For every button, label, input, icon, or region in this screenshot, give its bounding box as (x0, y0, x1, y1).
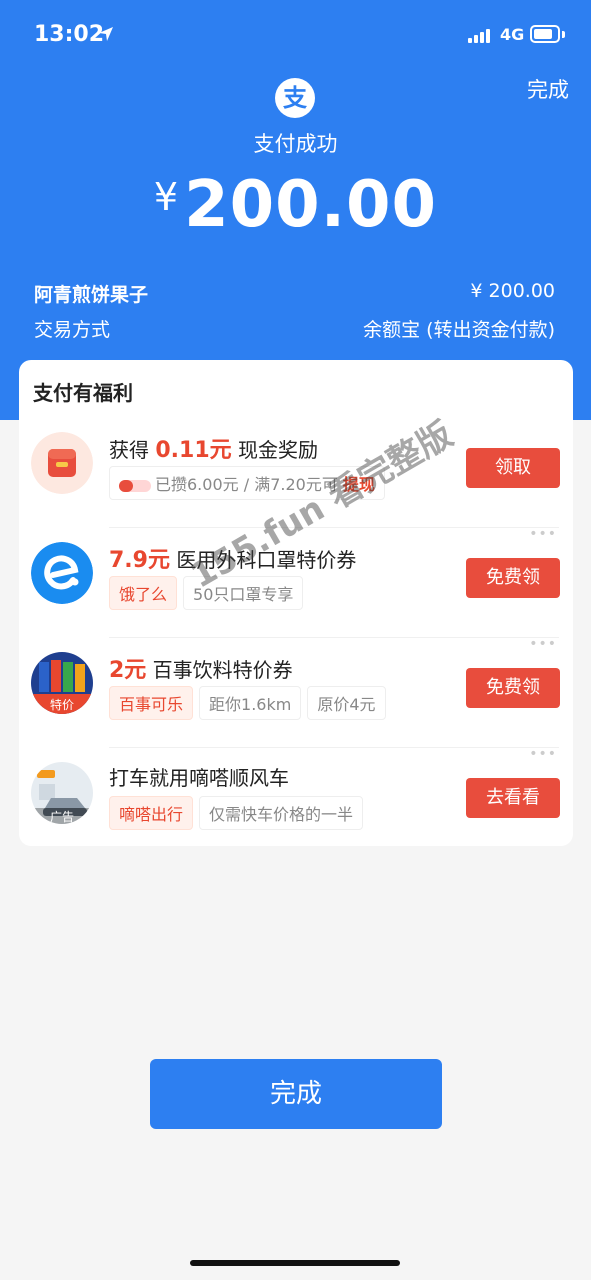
offer-tags: 百事可乐 距你1.6km 原价4元 (109, 686, 386, 720)
offer-highlight: 2元 (109, 658, 147, 683)
more-options-icon[interactable]: ••• (529, 526, 557, 542)
status-bar: 13:02 4G (0, 0, 591, 70)
done-button[interactable]: 完成 (150, 1059, 442, 1129)
view-button[interactable]: 去看看 (466, 778, 560, 818)
payment-method-row: 交易方式 余额宝 (转出资金付款) (34, 315, 555, 342)
more-options-icon[interactable]: ••• (529, 636, 557, 652)
benefits-card: 支付有福利 获得 0.11元 现金奖励 已攒6.00元 / 满7.20元可 提现… (19, 360, 573, 846)
brand-tag: 百事可乐 (109, 686, 194, 720)
dida-car-ad-icon: 广告 (31, 762, 93, 824)
brand-tag: 饿了么 (109, 576, 178, 610)
payment-success-title: 支付成功 (253, 132, 338, 156)
amount-value: 200.00 (184, 168, 438, 242)
payment-amount: ¥200.00 (0, 168, 591, 242)
signal-icon (468, 27, 492, 43)
offer-highlight: 7.9元 (109, 548, 170, 573)
progress-pill-icon (119, 479, 151, 492)
brand-tag: 嘀嗒出行 (109, 796, 194, 830)
offer-highlight: 0.11元 (155, 438, 232, 463)
merchant-name: 阿青煎饼果子 (34, 284, 149, 306)
location-arrow-icon (99, 27, 113, 41)
offer-title: 打车就用嘀嗒顺风车 (109, 762, 289, 791)
special-price-label: 特价 (49, 698, 74, 712)
info-tag: 仅需快车价格的一半 (199, 796, 364, 830)
battery-cap (562, 31, 565, 38)
distance-tag: 距你1.6km (199, 686, 302, 720)
offer-title-text: 现金奖励 (238, 438, 318, 462)
payment-method-label: 交易方式 (34, 319, 111, 341)
alipay-logo-icon: 支 (275, 78, 315, 118)
pepsi-drinks-icon: 特价 (31, 652, 93, 714)
home-indicator (190, 1260, 400, 1266)
battery-icon (530, 25, 560, 43)
merchant-row: 阿青煎饼果子 ¥ 200.00 (34, 280, 555, 307)
status-time: 13:02 (34, 22, 105, 47)
claim-button[interactable]: 领取 (466, 448, 560, 488)
merchant-amount: ¥ 200.00 (470, 280, 555, 302)
currency-symbol: ¥ (153, 175, 179, 219)
free-claim-button[interactable]: 免费领 (466, 668, 560, 708)
ad-label: 广告 (31, 808, 93, 824)
done-link[interactable]: 完成 (527, 74, 569, 104)
offer-tags: 嘀嗒出行 仅需快车价格的一半 (109, 796, 364, 830)
network-type: 4G (500, 25, 525, 44)
offer-item: ••• 广告 打车就用嘀嗒顺风车 嘀嗒出行 仅需快车价格的一半 去看看 (19, 746, 573, 858)
offer-item: ••• 特价 2元 百事饮料特价券 百事可乐 距你1.6km 原价4元 免费领 (19, 636, 573, 748)
red-packet-icon (31, 432, 93, 494)
free-claim-button[interactable]: 免费领 (466, 558, 560, 598)
original-price-tag: 原价4元 (307, 686, 386, 720)
benefits-title: 支付有福利 (33, 381, 133, 405)
offer-title: 获得 0.11元 现金奖励 (109, 432, 318, 464)
offer-title-prefix: 获得 (109, 438, 149, 462)
offer-title-text: 百事饮料特价券 (152, 658, 293, 682)
offer-title-text: 打车就用嘀嗒顺风车 (109, 766, 289, 790)
payment-method-value: 余额宝 (转出资金付款) (363, 319, 555, 341)
more-options-icon[interactable]: ••• (529, 746, 557, 762)
eleme-logo-icon (31, 542, 93, 604)
offer-title: 2元 百事饮料特价券 (109, 652, 293, 684)
